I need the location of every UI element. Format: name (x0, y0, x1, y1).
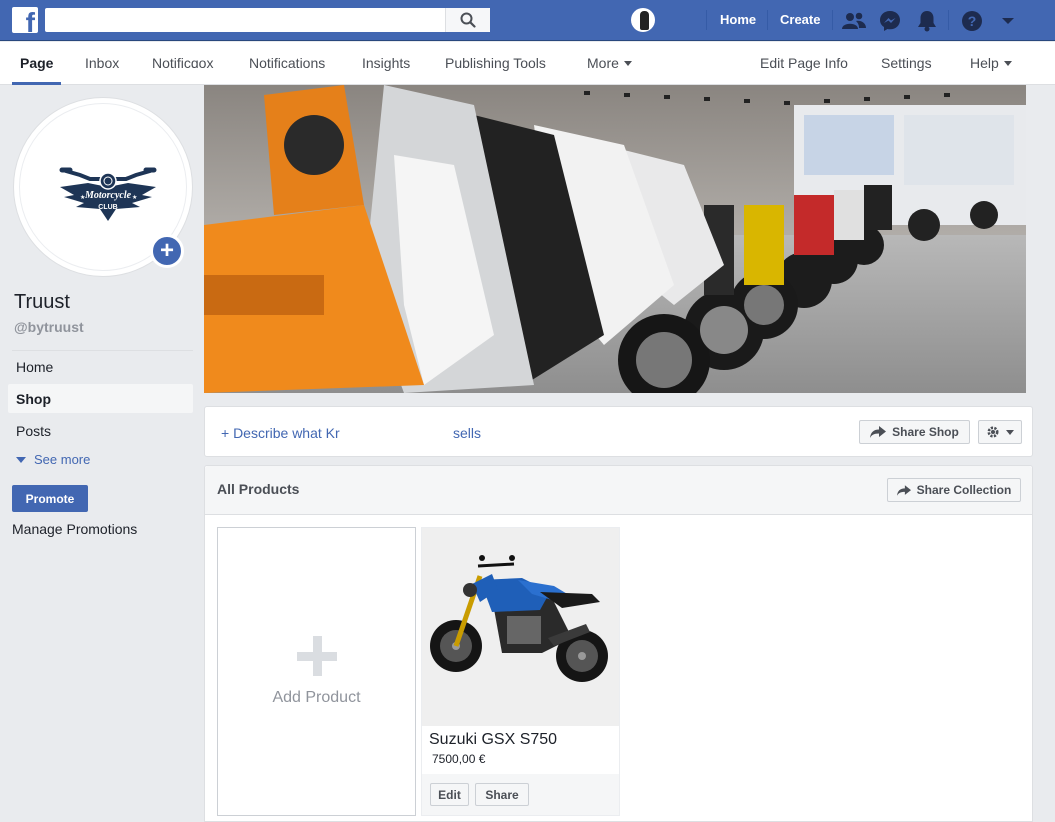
page-name: Truust (14, 291, 70, 313)
cover-photo[interactable] (204, 85, 1026, 393)
messenger-icon[interactable] (877, 8, 903, 34)
share-collection-label: Share Collection (916, 483, 1012, 497)
product-card[interactable]: Suzuki GSX S750 7500,00 € Edit Share (421, 527, 620, 816)
product-image[interactable] (422, 528, 619, 726)
sidebar-item-shop[interactable]: Shop (16, 391, 51, 407)
search-input[interactable] (45, 8, 490, 32)
product-price: 7500,00 € (432, 752, 486, 766)
tab-help-label: Help (970, 55, 999, 71)
notifications-bell-icon[interactable] (914, 8, 940, 34)
divider (706, 10, 707, 30)
plus-icon (297, 636, 337, 676)
sidebar-item-home[interactable]: Home (16, 359, 53, 375)
divider (767, 10, 768, 30)
svg-text:★: ★ (80, 194, 85, 201)
share-arrow-icon (896, 484, 911, 496)
svg-text:?: ? (968, 13, 977, 29)
product-name[interactable]: Suzuki GSX S750 (429, 731, 557, 749)
tab-insights[interactable]: Insights (362, 55, 410, 71)
top-navigation-bar: f Home Create ? (0, 0, 1055, 41)
page-username[interactable]: @bytruust (14, 319, 84, 335)
divider (948, 10, 949, 30)
tab-notificbox[interactable]: Notificɑox (152, 55, 213, 71)
motorcycle-showroom-image (204, 85, 1026, 393)
tab-more-label: More (587, 55, 619, 71)
home-link[interactable]: Home (720, 12, 756, 27)
share-arrow-icon (870, 426, 887, 438)
divider (832, 10, 833, 30)
chevron-down-icon (623, 61, 632, 66)
describe-shop-link-suffix[interactable]: sells (453, 425, 481, 441)
all-products-section: All Products Share Collection Add Produc… (204, 465, 1033, 822)
motorcycle-product-image (422, 528, 619, 726)
chevron-down-icon (1006, 429, 1014, 435)
tab-inbox[interactable]: Inbox (85, 55, 119, 71)
all-products-header: All Products Share Collection (205, 466, 1032, 515)
add-product-tile[interactable]: Add Product (217, 527, 416, 816)
share-product-button[interactable]: Share (475, 783, 529, 806)
describe-shop-link[interactable]: + Describe what Kr (221, 425, 340, 441)
search-button[interactable] (445, 8, 490, 32)
sidebar-item-posts[interactable]: Posts (16, 423, 51, 439)
promote-button[interactable]: Promote (12, 485, 88, 512)
help-icon[interactable]: ? (959, 8, 985, 34)
share-shop-label: Share Shop (892, 425, 959, 439)
active-tab-indicator (12, 82, 61, 85)
manage-promotions-link[interactable]: Manage Promotions (12, 521, 137, 537)
add-product-label: Add Product (272, 689, 361, 706)
account-menu-chevron-icon[interactable] (995, 8, 1021, 34)
user-avatar[interactable] (631, 8, 655, 32)
chevron-down-icon (1003, 61, 1012, 66)
svg-text:★: ★ (132, 194, 137, 201)
shop-settings-button[interactable] (978, 420, 1022, 444)
shop-description-card: + Describe what Kr sells Share Shop (204, 406, 1033, 457)
edit-product-button[interactable]: Edit (430, 783, 469, 806)
logo-text-line2: CLUB (98, 204, 117, 211)
tab-notifications[interactable]: Notifications (249, 55, 325, 71)
share-shop-button[interactable]: Share Shop (859, 420, 970, 444)
gear-icon (987, 426, 999, 438)
tab-more[interactable]: More (587, 55, 632, 71)
section-title: All Products (217, 481, 300, 497)
facebook-logo-icon[interactable]: f (12, 7, 38, 33)
share-collection-button[interactable]: Share Collection (887, 478, 1021, 502)
motorcycle-club-logo: Motorcycle CLUB ★ ★ (59, 167, 157, 221)
divider (12, 350, 193, 351)
tab-settings[interactable]: Settings (881, 55, 932, 71)
see-more-label: See more (34, 452, 91, 467)
friend-requests-icon[interactable] (841, 8, 867, 34)
search-icon (460, 12, 476, 28)
tab-edit-page-info[interactable]: Edit Page Info (760, 55, 848, 71)
create-link[interactable]: Create (780, 12, 820, 27)
tab-help[interactable]: Help (970, 55, 1012, 71)
chevron-down-icon (16, 456, 26, 463)
tab-publishing-tools[interactable]: Publishing Tools (445, 55, 546, 71)
product-info: Suzuki GSX S750 7500,00 € (422, 726, 619, 774)
tab-page[interactable]: Page (20, 55, 53, 71)
add-photo-plus-icon[interactable]: + (150, 234, 184, 268)
page-tabs-bar: Page Inbox Notificɑox Notifications Insi… (0, 42, 1055, 85)
see-more-link[interactable]: See more (16, 452, 90, 467)
logo-text-line1: Motorcycle (84, 190, 132, 201)
